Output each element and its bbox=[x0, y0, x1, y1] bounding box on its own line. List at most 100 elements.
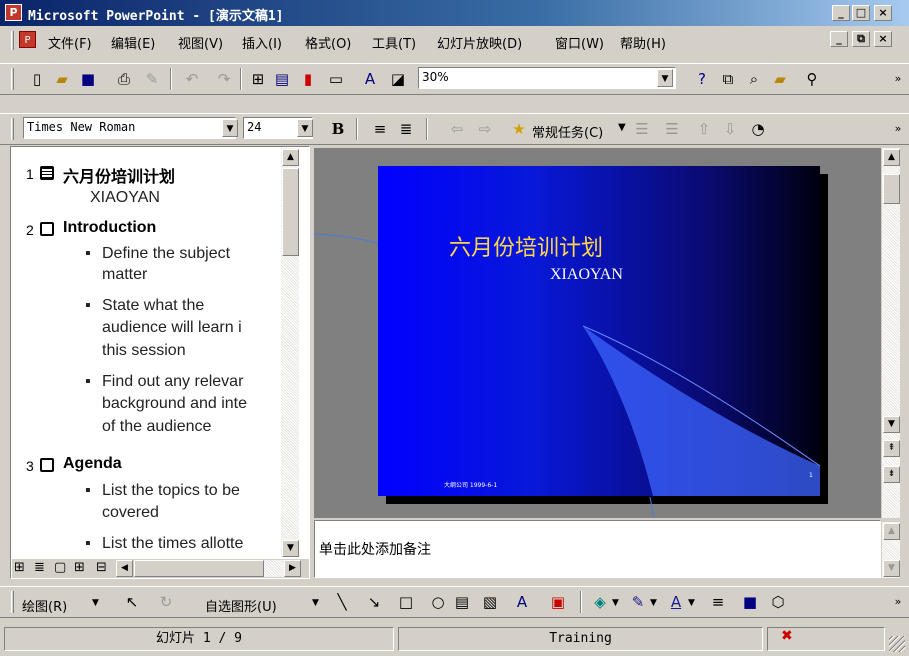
insert-table-icon[interactable]: ⊞ bbox=[248, 69, 268, 89]
move-up-icon[interactable]: ⇧ bbox=[694, 119, 714, 139]
autoshapes-menu-button[interactable]: 自选图形(U) bbox=[205, 596, 277, 615]
slide-title[interactable]: 六月份培训计划 bbox=[449, 230, 603, 262]
maximize-button[interactable]: □ bbox=[852, 5, 870, 21]
doc-minimize-button[interactable]: _ bbox=[830, 31, 848, 47]
3d-icon[interactable]: ⬡ bbox=[768, 592, 788, 612]
line-tool-icon[interactable]: ╲ bbox=[332, 592, 352, 612]
next-slide-icon[interactable]: ⇟ bbox=[883, 466, 900, 483]
open-icon[interactable]: ▰ bbox=[52, 69, 72, 89]
font-color-icon[interactable]: A bbox=[666, 592, 686, 612]
insert-clipart-icon[interactable]: ▣ bbox=[548, 592, 568, 612]
font-name-combo[interactable]: Times New Roman bbox=[23, 117, 236, 139]
normal-view-icon[interactable]: ⊞ bbox=[14, 560, 25, 575]
slide-sorter-icon[interactable]: ⧉ bbox=[718, 69, 738, 89]
powerpoint-app-icon[interactable]: P bbox=[5, 4, 22, 21]
oval-tool-icon[interactable]: ○ bbox=[428, 592, 448, 612]
select-pointer-icon[interactable]: ↖ bbox=[122, 592, 142, 612]
outline-slide-title[interactable]: Introduction bbox=[63, 219, 156, 237]
scroll-down-arrow-icon[interactable]: ▼ bbox=[883, 560, 900, 577]
scroll-up-arrow-icon[interactable]: ▲ bbox=[883, 523, 900, 540]
slide-subtitle[interactable]: XIAOYAN bbox=[550, 266, 623, 284]
find-icon[interactable]: ⚲ bbox=[802, 69, 822, 89]
outline-bullet-cont[interactable]: background and inte bbox=[102, 395, 247, 413]
animation-effects-icon[interactable]: ◔ bbox=[748, 119, 768, 139]
outline-bullet[interactable]: Define the subject bbox=[102, 245, 230, 263]
open-folder-icon[interactable]: ▰ bbox=[770, 69, 790, 89]
fill-color-chevron-down-icon[interactable]: ▼ bbox=[612, 598, 619, 608]
font-color-chevron-down-icon[interactable]: ▼ bbox=[688, 598, 695, 608]
redo-icon[interactable]: ↷ bbox=[214, 69, 234, 89]
toolbar-overflow-icon[interactable]: » bbox=[888, 592, 908, 612]
menu-view[interactable]: 视图(V) bbox=[178, 33, 223, 52]
outline-bullet-cont[interactable]: of the audience bbox=[102, 418, 211, 436]
outline-bullet-cont[interactable]: matter bbox=[102, 266, 147, 284]
scroll-left-arrow-icon[interactable]: ◀ bbox=[116, 560, 133, 577]
common-tasks-button[interactable]: 常规任务(C) bbox=[532, 122, 603, 141]
menu-window[interactable]: 窗口(W) bbox=[555, 33, 604, 52]
text-color-icon[interactable]: A bbox=[360, 69, 380, 89]
toolbar-grip[interactable] bbox=[11, 68, 14, 90]
toolbar-overflow-icon[interactable]: » bbox=[888, 69, 908, 89]
outline-subtitle[interactable]: XIAOYAN bbox=[90, 189, 160, 207]
scroll-down-arrow-icon[interactable]: ▼ bbox=[883, 416, 900, 433]
scroll-up-arrow-icon[interactable]: ▲ bbox=[282, 149, 299, 166]
toolbar-grip[interactable] bbox=[11, 591, 14, 613]
toolbar-overflow-icon[interactable]: » bbox=[888, 119, 908, 139]
outline-bullet[interactable]: List the topics to be bbox=[102, 482, 240, 500]
undo-icon[interactable]: ↶ bbox=[182, 69, 202, 89]
shadow-icon[interactable]: ■ bbox=[740, 592, 760, 612]
print-icon[interactable]: ⎙ bbox=[114, 69, 134, 89]
slide-scroll-thumb[interactable] bbox=[883, 174, 900, 204]
arrow-tool-icon[interactable]: ↘ bbox=[364, 592, 384, 612]
menu-file[interactable]: 文件(F) bbox=[48, 33, 92, 52]
scroll-right-arrow-icon[interactable]: ▶ bbox=[284, 560, 301, 577]
menu-edit[interactable]: 编辑(E) bbox=[111, 33, 155, 52]
menu-format[interactable]: 格式(O) bbox=[305, 33, 351, 52]
outline-horizontal-scroll-thumb[interactable] bbox=[134, 560, 264, 577]
doc-restore-button[interactable]: ⧉ bbox=[852, 31, 870, 47]
outline-horizontal-scroll-track[interactable] bbox=[264, 560, 284, 577]
outline-slide-title[interactable]: Agenda bbox=[63, 455, 122, 473]
outline-bullet[interactable]: Find out any relevar bbox=[102, 373, 243, 391]
doc-close-button[interactable]: × bbox=[874, 31, 892, 47]
slide-view-icon[interactable]: ▢ bbox=[54, 560, 66, 575]
outline-text[interactable]: 1 六月份培训计划 XIAOYAN 2 Introduction ▪ Defin… bbox=[12, 148, 280, 558]
notes-placeholder[interactable]: 单击此处添加备注 bbox=[319, 539, 431, 559]
outline-bullet[interactable]: List the times allotte bbox=[102, 535, 243, 553]
numbering-icon[interactable]: ☰ bbox=[632, 119, 652, 139]
title-bar[interactable]: P Microsoft PowerPoint - [演示文稿1] _ □ × bbox=[0, 0, 909, 26]
insert-wordart-icon[interactable]: ▧ bbox=[480, 592, 500, 612]
fill-color-icon[interactable]: ◈ bbox=[590, 592, 610, 612]
move-down-icon[interactable]: ⇩ bbox=[720, 119, 740, 139]
chart-icon[interactable]: ▮ bbox=[298, 69, 318, 89]
zoom-dropdown-chevron-icon[interactable]: ▼ bbox=[657, 69, 673, 87]
minimize-button[interactable]: _ bbox=[832, 5, 850, 21]
promote-icon[interactable]: ⇦ bbox=[447, 119, 467, 139]
text-box-icon[interactable]: ▤ bbox=[452, 592, 472, 612]
format-painter-icon[interactable]: ✎ bbox=[142, 69, 162, 89]
slide-thumbnail-icon[interactable] bbox=[40, 166, 54, 180]
bullets-icon[interactable]: ☰ bbox=[662, 119, 682, 139]
draw-menu-button[interactable]: 绘图(R) bbox=[22, 596, 67, 615]
previous-slide-icon[interactable]: ⇞ bbox=[883, 440, 900, 457]
outline-bullet-cont[interactable]: covered bbox=[102, 504, 159, 522]
document-icon[interactable]: P bbox=[19, 31, 36, 48]
rectangle-tool-icon[interactable]: □ bbox=[396, 592, 416, 612]
autoshapes-chevron-down-icon[interactable]: ▼ bbox=[312, 598, 319, 608]
outline-scroll-thumb[interactable] bbox=[282, 168, 299, 256]
line-color-icon[interactable]: ✎ bbox=[628, 592, 648, 612]
line-style-icon[interactable]: ≡ bbox=[708, 592, 728, 612]
outline-bullet-cont[interactable]: this session bbox=[102, 342, 186, 360]
slide-canvas[interactable]: 六月份培训计划 XIAOYAN 大纲公司 1999-6-1 1 bbox=[378, 166, 820, 496]
font-size-chevron-down-icon[interactable]: ▼ bbox=[297, 119, 313, 137]
outline-bullet-cont[interactable]: audience will learn i bbox=[102, 319, 242, 337]
font-name-chevron-down-icon[interactable]: ▼ bbox=[222, 119, 238, 137]
outline-bullet[interactable]: State what the bbox=[102, 297, 204, 315]
menu-help[interactable]: 帮助(H) bbox=[620, 33, 666, 52]
scroll-down-arrow-icon[interactable]: ▼ bbox=[282, 540, 299, 557]
common-tasks-star-icon[interactable]: ★ bbox=[509, 119, 529, 139]
draw-menu-chevron-down-icon[interactable]: ▼ bbox=[92, 598, 99, 608]
align-center-icon[interactable]: ≡ bbox=[370, 119, 390, 139]
toolbar-grip[interactable] bbox=[11, 118, 14, 140]
slide-icon[interactable] bbox=[40, 458, 54, 472]
